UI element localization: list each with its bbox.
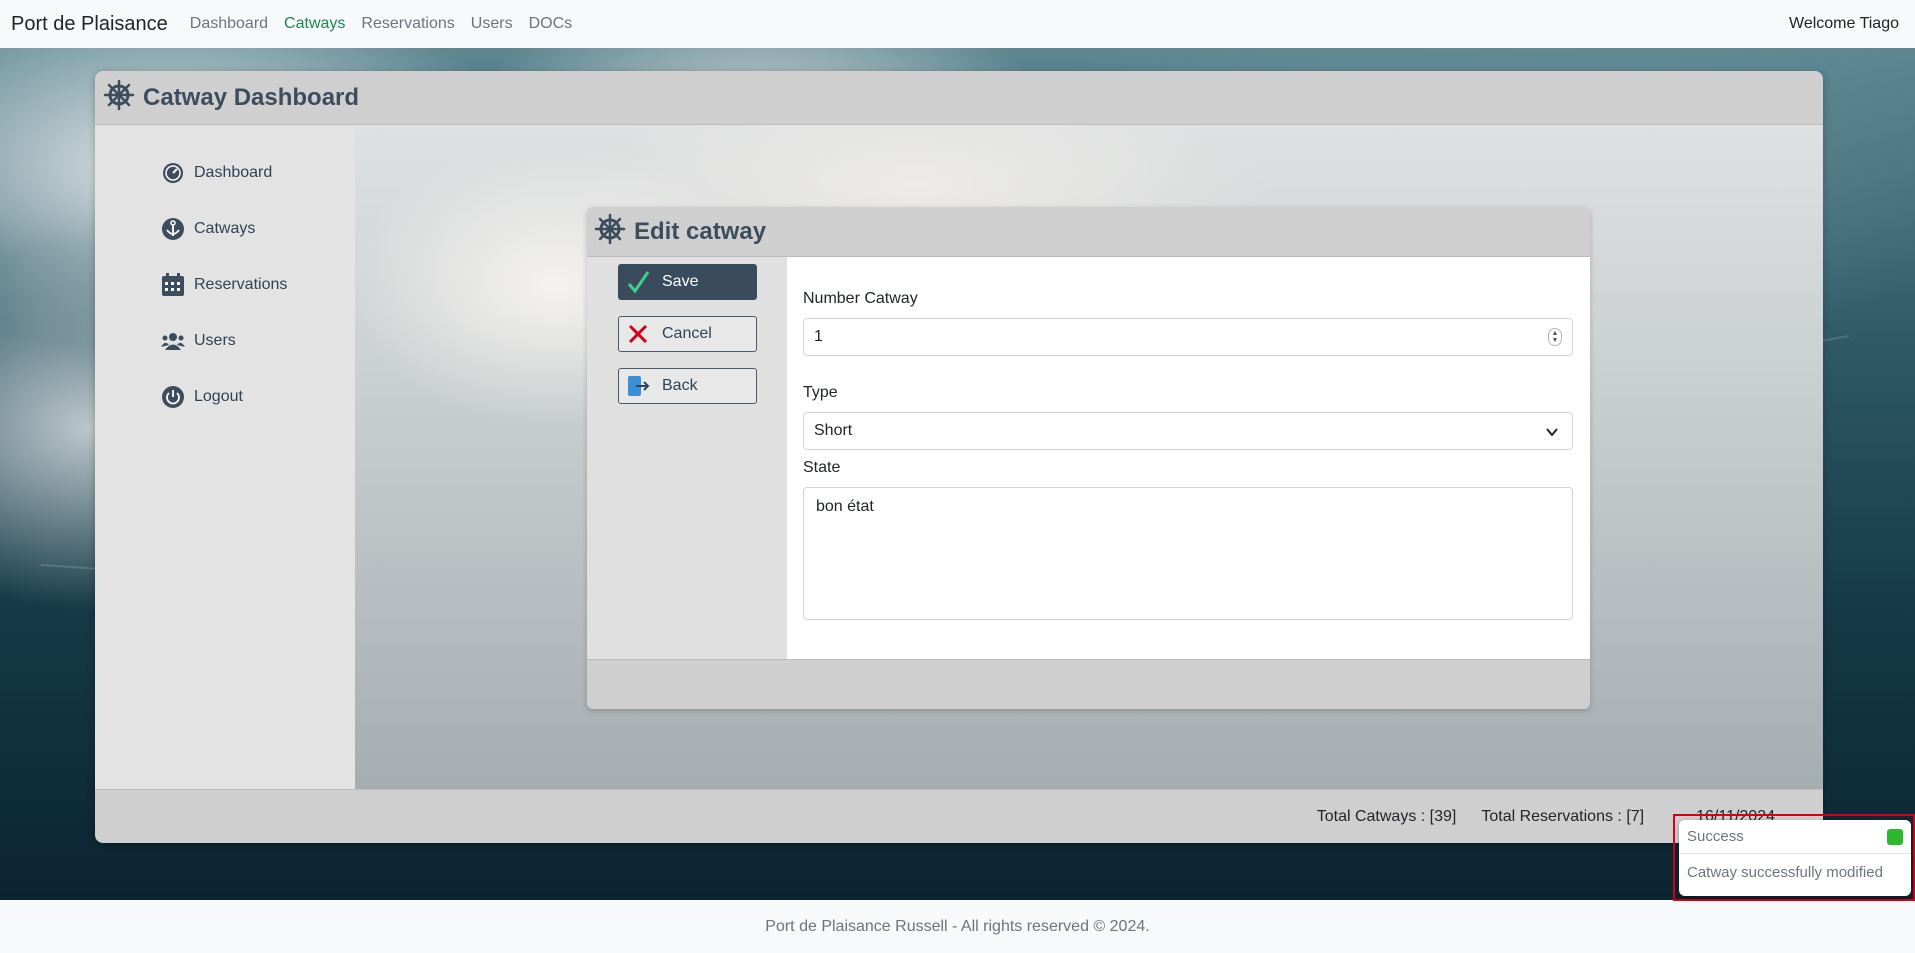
total-catways-text: Total Catways : [39] — [1316, 807, 1457, 825]
dashboard-sidebar: Dashboard Catways Reservations Users Log… — [95, 125, 355, 789]
sidebar-item-reservations[interactable]: Reservations — [95, 257, 355, 313]
dashboard-title: Catway Dashboard — [143, 83, 360, 111]
power-icon — [161, 385, 185, 409]
dashboard-footer: Total Catways : [39] Total Reservations … — [95, 789, 1823, 843]
toast-title: Success — [1687, 828, 1744, 845]
edit-title: Edit catway — [634, 217, 767, 245]
welcome-text: Welcome Tiago — [1789, 15, 1899, 32]
brand-link[interactable]: Port de Plaisance — [11, 13, 168, 36]
sidebar-item-logout[interactable]: Logout — [95, 369, 355, 425]
nav-link-catways[interactable]: Catways — [284, 15, 345, 33]
ship-wheel-icon — [594, 213, 626, 250]
total-reservations-text: Total Reservations : [7] — [1481, 807, 1645, 825]
number-catway-value: 1 — [814, 328, 823, 345]
edit-form: Number Catway 1 ▲ ▼ Type Short State bon … — [787, 257, 1590, 659]
type-select[interactable]: Short — [803, 412, 1573, 450]
edit-catway-panel: Edit catway Save Cancel Back Number Catw… — [587, 207, 1590, 709]
number-catway-input[interactable]: 1 ▲ ▼ — [803, 318, 1573, 356]
sidebar-item-users[interactable]: Users — [95, 313, 355, 369]
dashboard-header: Catway Dashboard — [95, 71, 1823, 125]
status-square-icon — [1887, 828, 1903, 845]
copyright-text: Port de Plaisance Russell - All rights r… — [765, 917, 1150, 935]
sidebar-item-label: Dashboard — [194, 164, 273, 181]
calendar-icon — [161, 273, 185, 297]
cancel-button[interactable]: Cancel — [618, 316, 757, 352]
save-label: Save — [662, 273, 699, 290]
toast-message: Catway successfully modified — [1687, 864, 1883, 881]
edit-footer — [587, 659, 1590, 709]
state-textarea[interactable]: bon état — [803, 487, 1573, 620]
type-select-value: Short — [814, 422, 853, 439]
back-button[interactable]: Back — [618, 368, 757, 404]
ship-wheel-icon — [103, 79, 135, 116]
site-footer: Port de Plaisance Russell - All rights r… — [0, 900, 1915, 953]
back-label: Back — [662, 377, 698, 394]
top-navbar: Port de Plaisance Dashboard Catways Rese… — [0, 0, 1915, 48]
edit-header: Edit catway — [587, 207, 1590, 257]
toast-header: Success — [1679, 820, 1911, 854]
number-catway-label: Number Catway — [803, 290, 918, 307]
success-toast[interactable]: Success Catway successfully modified — [1679, 820, 1911, 896]
type-label: Type — [803, 384, 838, 401]
number-stepper-icon[interactable]: ▲ ▼ — [1548, 328, 1562, 346]
nav-link-users[interactable]: Users — [471, 15, 513, 33]
close-icon — [626, 322, 650, 346]
cancel-label: Cancel — [662, 325, 712, 342]
sidebar-item-label: Users — [194, 332, 236, 349]
check-icon — [626, 270, 650, 294]
save-button[interactable]: Save — [618, 264, 757, 300]
sidebar-item-label: Catways — [194, 220, 256, 237]
nav-link-docs[interactable]: DOCs — [529, 15, 573, 33]
sidebar-item-label: Reservations — [194, 276, 288, 293]
chevron-down-icon — [1546, 425, 1558, 443]
edit-actions: Save Cancel Back — [587, 257, 787, 659]
nav-link-reservations[interactable]: Reservations — [361, 15, 454, 33]
sidebar-item-label: Logout — [194, 388, 243, 405]
nav-link-dashboard[interactable]: Dashboard — [190, 15, 268, 33]
sidebar-item-catways[interactable]: Catways — [95, 201, 355, 257]
anchor-icon — [161, 217, 185, 241]
state-label: State — [803, 459, 841, 476]
users-icon — [161, 329, 185, 353]
exit-arrow-icon — [626, 374, 650, 398]
dashboard-gauge-icon — [161, 161, 185, 185]
sidebar-item-dashboard[interactable]: Dashboard — [95, 145, 355, 201]
